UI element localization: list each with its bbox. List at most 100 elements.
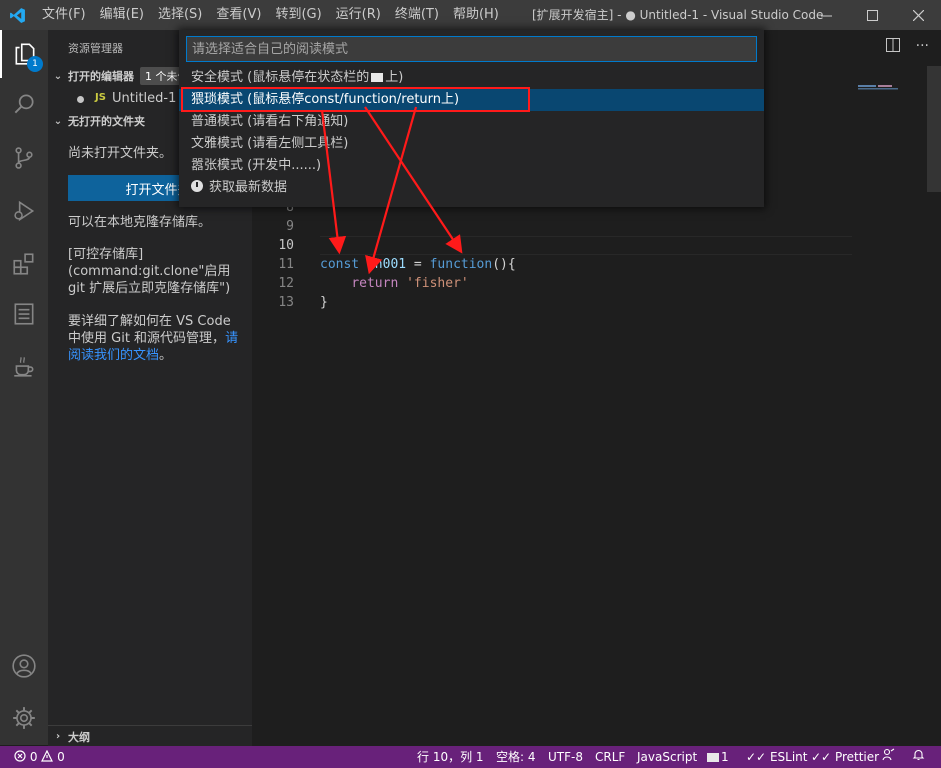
gear-icon xyxy=(13,707,35,729)
quick-pick-item-safe-mode[interactable]: 安全模式 (鼠标悬停在状态栏的 上) xyxy=(179,67,764,89)
status-bar: 0 0 行 10，列 1 空格: 4 UTF-8 CRLF JavaScript… xyxy=(0,746,941,768)
quick-pick-item-fetch-data[interactable]: 获取最新数据 xyxy=(179,177,764,199)
open-editors-label: 打开的编辑器 xyxy=(68,70,134,83)
extensions-icon xyxy=(13,253,34,275)
quick-pick-item-sneaky-mode[interactable]: 猥琐模式 (鼠标悬停const/function/return上) xyxy=(179,89,764,111)
quick-pick-input[interactable] xyxy=(186,36,757,62)
java-activity[interactable] xyxy=(0,342,48,390)
window-title: [扩展开发宿主] - ● Untitled-1 - Visual Studio … xyxy=(532,8,824,22)
function-keyword: function xyxy=(429,257,493,272)
close-icon xyxy=(912,9,924,21)
quick-pick-item-label: 文雅模式 (请看左侧工具栏) xyxy=(191,136,349,151)
menu-bar: 文件(F) 编辑(E) 选择(S) 查看(V) 转到(G) 运行(R) 终端(T… xyxy=(35,0,506,30)
code-line-11: const fn001 = function(){ xyxy=(320,255,516,274)
minimap[interactable] xyxy=(858,80,928,90)
unsaved-dot-icon xyxy=(77,96,84,103)
maximize-icon xyxy=(866,9,878,21)
maximize-button[interactable] xyxy=(849,0,895,30)
clone-command-text: [可控存储库](command:git.clone"启用 git 扩展后立即克隆… xyxy=(68,247,231,296)
cursor-position[interactable]: 行 10，列 1 xyxy=(417,746,484,768)
explorer-badge: 1 xyxy=(27,56,43,72)
notifications-bell-icon[interactable] xyxy=(912,746,925,768)
run-debug-activity[interactable] xyxy=(0,187,48,235)
js-file-icon: JS xyxy=(95,92,106,103)
book-icon xyxy=(371,73,384,82)
prettier-label: Prettier xyxy=(834,750,880,764)
activity-bar: 1 xyxy=(0,30,48,745)
warning-count: 0 xyxy=(57,750,65,764)
error-icon xyxy=(14,750,26,762)
line-number-active: 10 xyxy=(278,238,294,253)
line-number: 9 xyxy=(286,219,294,234)
reading-mode-count: 1 xyxy=(721,750,729,764)
accounts-activity[interactable] xyxy=(0,642,48,690)
const-keyword: const xyxy=(320,257,360,272)
problems-indicator[interactable]: 0 0 xyxy=(14,746,65,768)
warning-icon xyxy=(41,749,54,762)
debug-icon xyxy=(14,200,35,222)
manage-activity[interactable] xyxy=(0,694,48,742)
menu-run[interactable]: 运行(R) xyxy=(329,0,388,30)
quick-pick-dropdown: 安全模式 (鼠标悬停在状态栏的上) 猥琐模式 (鼠标悬停const/functi… xyxy=(179,30,764,207)
line-number: 13 xyxy=(278,295,294,310)
learn-more-end: 。 xyxy=(159,348,173,363)
return-keyword: return xyxy=(351,276,399,291)
function-parens: (){ xyxy=(492,257,516,272)
menu-selection[interactable]: 选择(S) xyxy=(151,0,209,30)
learn-more-text: 要详细了解如何在 VS Code 中使用 Git 和源代码管理，请阅读我们的文档… xyxy=(68,313,244,364)
account-icon xyxy=(12,654,36,678)
chevron-down-icon: ⌄ xyxy=(53,70,63,82)
quick-pick-item-label: 猥琐模式 (鼠标悬停const/function/return上) xyxy=(191,92,460,107)
menu-view[interactable]: 查看(V) xyxy=(209,0,268,30)
line-number: 12 xyxy=(278,276,294,291)
menu-go[interactable]: 转到(G) xyxy=(268,0,328,30)
reading-mode-status[interactable]: 1 xyxy=(707,746,729,768)
source-control-icon xyxy=(15,147,33,169)
line-number: 11 xyxy=(278,257,294,272)
quick-pick-item-label: 安全模式 (鼠标悬停在状态栏的 xyxy=(191,70,370,85)
quick-pick-item-bold-mode[interactable]: 嚣张模式 (开发中......) xyxy=(179,155,764,177)
quick-pick-item-elegant-mode[interactable]: 文雅模式 (请看左侧工具栏) xyxy=(179,133,764,155)
sidebar-title: 资源管理器 xyxy=(68,42,123,55)
assign-operator: = xyxy=(406,257,430,272)
quick-pick-item-label: 获取最新数据 xyxy=(209,180,288,195)
feedback-icon[interactable] xyxy=(882,746,895,768)
quick-pick-item-label: 普通模式 (请看右下角通知) xyxy=(191,114,349,129)
quick-pick-item-normal-mode[interactable]: 普通模式 (请看右下角通知) xyxy=(179,111,764,133)
more-actions-icon[interactable]: ··· xyxy=(916,38,929,56)
custom-view-activity[interactable] xyxy=(0,290,48,338)
split-editor-icon[interactable] xyxy=(885,38,900,56)
eslint-status[interactable]: ✓✓ ESLint xyxy=(746,746,807,768)
language-mode[interactable]: JavaScript xyxy=(637,746,697,768)
menu-file[interactable]: 文件(F) xyxy=(35,0,93,30)
search-activity[interactable] xyxy=(0,80,48,128)
quick-pick-item-label: 嚣张模式 (开发中......) xyxy=(191,158,322,173)
indentation-setting[interactable]: 空格: 4 xyxy=(496,746,536,768)
explorer-activity[interactable]: 1 xyxy=(0,30,48,78)
eol-setting[interactable]: CRLF xyxy=(595,746,625,768)
extensions-activity[interactable] xyxy=(0,240,48,288)
double-check-icon: ✓✓ xyxy=(746,750,767,764)
editor-scrollbar[interactable] xyxy=(927,66,941,192)
outline-label: 大纲 xyxy=(68,730,90,744)
minimize-button[interactable] xyxy=(803,0,849,30)
close-window-button[interactable] xyxy=(895,0,941,30)
source-control-activity[interactable] xyxy=(0,134,48,182)
outline-header[interactable]: › 大纲 xyxy=(48,725,252,747)
list-icon xyxy=(14,303,34,325)
search-icon xyxy=(14,94,34,114)
no-folder-label: 无打开的文件夹 xyxy=(68,115,145,128)
prettier-status[interactable]: ✓✓ Prettier xyxy=(811,746,879,768)
code-line-13: } xyxy=(320,295,328,310)
double-check-icon: ✓✓ xyxy=(811,750,832,764)
menu-terminal[interactable]: 终端(T) xyxy=(388,0,446,30)
code-line-12: return 'fisher' xyxy=(320,274,468,293)
menu-help[interactable]: 帮助(H) xyxy=(446,0,506,30)
editor-actions: ··· xyxy=(885,38,929,56)
menu-edit[interactable]: 编辑(E) xyxy=(93,0,151,30)
chevron-right-icon: › xyxy=(55,731,61,742)
vscode-logo-icon xyxy=(0,0,35,30)
open-editor-file-name: Untitled-1 xyxy=(112,91,177,106)
minimize-icon xyxy=(820,15,832,16)
encoding-setting[interactable]: UTF-8 xyxy=(548,746,583,768)
